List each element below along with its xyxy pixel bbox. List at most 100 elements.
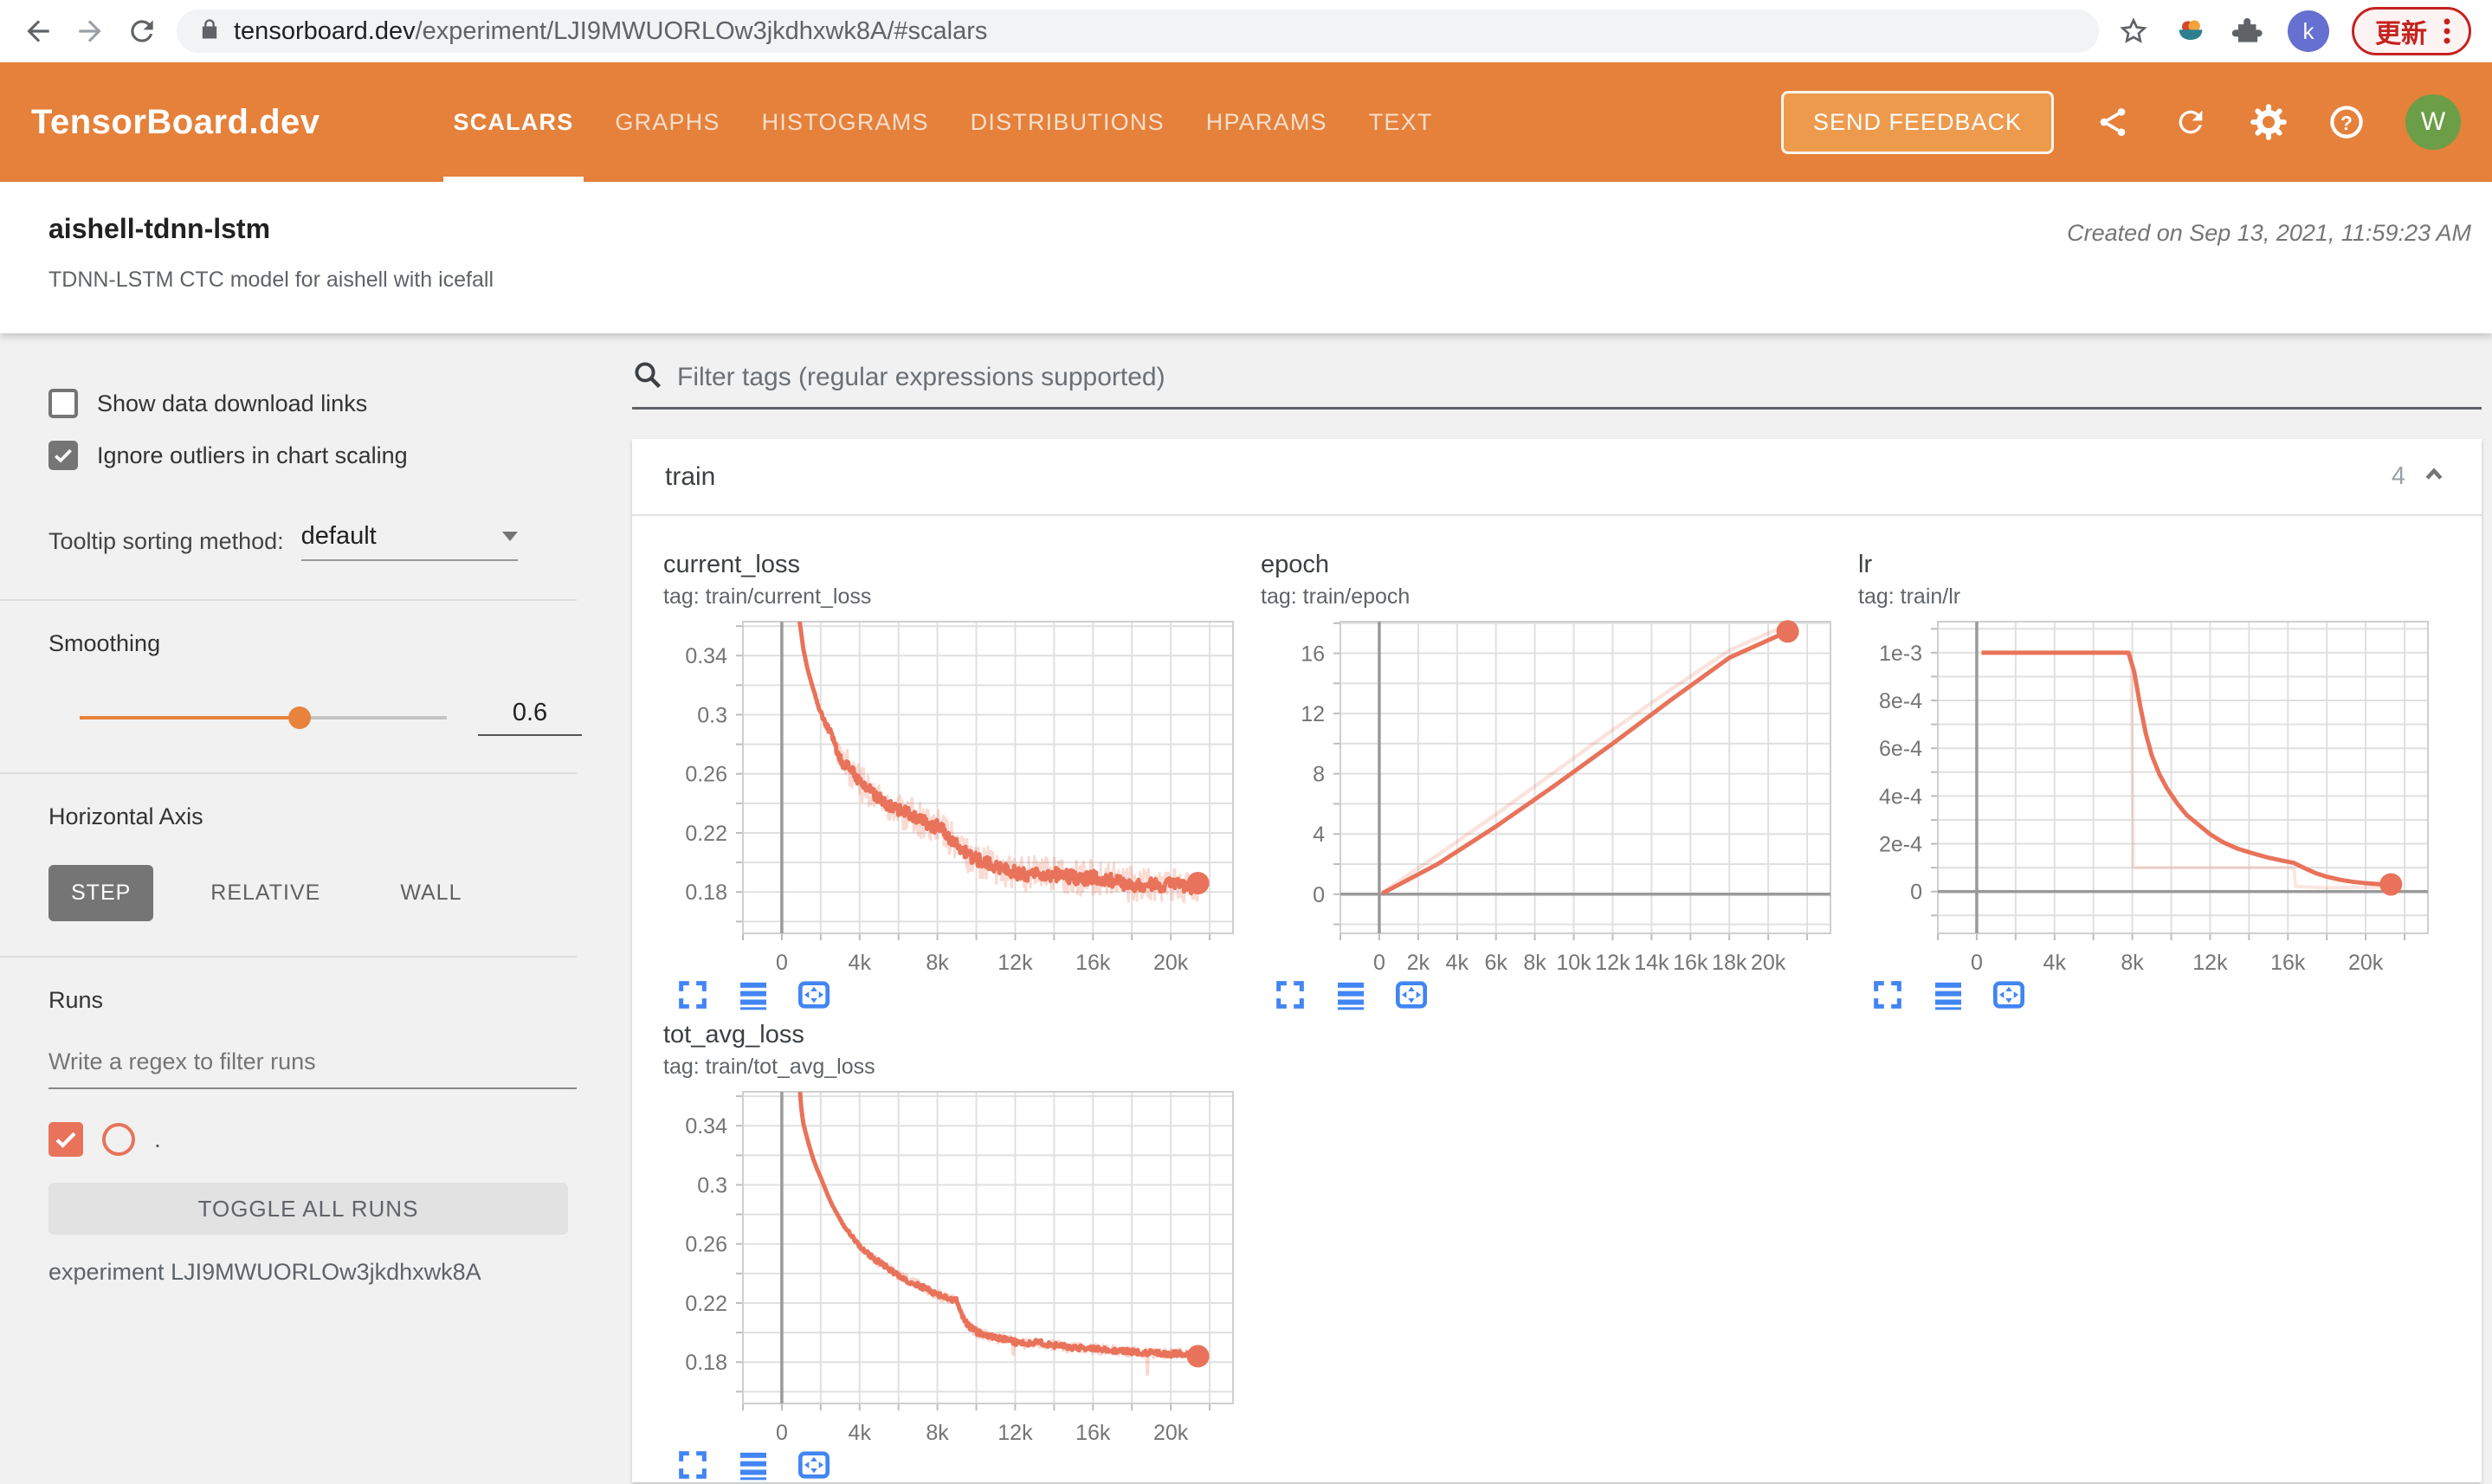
experiment-id-label: experiment LJI9MWUORLOw3jkdhxwk8A xyxy=(48,1259,481,1285)
svg-text:?: ? xyxy=(2340,112,2353,134)
svg-text:0: 0 xyxy=(1910,881,1922,905)
svg-text:8k: 8k xyxy=(1523,951,1546,971)
section-chart-count: 4 xyxy=(2391,462,2405,490)
scalar-chart-card: epoch tag: train/epoch 0 2k 4k 6k 8k 10k 12k 14… xyxy=(1261,551,1837,1012)
svg-text:20k: 20k xyxy=(1751,951,1786,971)
toggle-all-runs-button[interactable]: TOGGLE ALL RUNS xyxy=(48,1183,568,1235)
svg-text:0: 0 xyxy=(776,951,788,971)
scalar-chart-card: current_loss tag: train/current_loss 0 4k… xyxy=(663,551,1240,1012)
settings-sidebar: Show data download links Ignore outliers… xyxy=(0,333,606,1484)
forward-icon[interactable] xyxy=(73,14,107,48)
extensions-puzzle-icon[interactable] xyxy=(2231,14,2265,48)
show-download-links-checkbox[interactable]: Show data download links xyxy=(48,389,606,418)
send-feedback-button[interactable]: SEND FEEDBACK xyxy=(1780,90,2054,154)
train-section-card: train 4 current_loss tag: train/current_… xyxy=(632,439,2482,1482)
tooltip-sorting-dropdown[interactable]: default xyxy=(300,522,518,561)
app-logo[interactable]: TensorBoard.dev xyxy=(31,103,320,142)
slider-thumb[interactable] xyxy=(288,706,312,729)
back-icon[interactable] xyxy=(21,14,55,48)
extension-bowl-icon[interactable] xyxy=(2173,14,2208,48)
svg-text:0.34: 0.34 xyxy=(685,1114,727,1139)
help-icon[interactable]: ? xyxy=(2327,103,2366,141)
fit-domain-icon[interactable] xyxy=(797,1448,831,1482)
chart-plot[interactable]: 0 4k 8k 12k 16k 20k 0.18 0.22 0.26 0.3 0.34 xyxy=(663,616,1240,975)
address-bar[interactable]: tensorboard.dev/experiment/LJI9MWUORLOw3… xyxy=(177,10,2099,53)
expand-chart-icon[interactable] xyxy=(1273,978,1307,1012)
svg-text:14k: 14k xyxy=(1634,951,1669,971)
app-header: TensorBoard.dev SCALARS GRAPHS HISTOGRAM… xyxy=(0,62,2492,182)
tab-text[interactable]: TEXT xyxy=(1348,62,1454,182)
axis-wall-button[interactable]: WALL xyxy=(378,865,484,921)
run-name: . xyxy=(154,1126,161,1152)
log-scale-toggle-icon[interactable] xyxy=(1333,978,1368,1012)
log-scale-toggle-icon[interactable] xyxy=(736,978,771,1012)
chart-title: epoch xyxy=(1261,551,1330,578)
svg-text:0: 0 xyxy=(776,1421,788,1442)
chart-tag: tag: train/current_loss xyxy=(663,584,872,609)
ignore-outliers-checkbox[interactable]: Ignore outliers in chart scaling xyxy=(48,441,606,470)
share-icon[interactable] xyxy=(2094,103,2132,141)
fit-domain-icon[interactable] xyxy=(1394,978,1429,1012)
chart-plot[interactable]: 0 4k 8k 12k 16k 20k 0.18 0.22 0.26 0.3 0.34 xyxy=(663,1087,1240,1445)
dropdown-arrow-icon xyxy=(501,532,518,541)
tab-histograms[interactable]: HISTOGRAMS xyxy=(741,62,950,182)
svg-text:0.18: 0.18 xyxy=(685,881,727,905)
svg-text:16k: 16k xyxy=(1075,1421,1111,1442)
svg-text:8k: 8k xyxy=(926,951,949,971)
reload-icon[interactable] xyxy=(125,14,159,48)
chart-toolbar xyxy=(663,1448,1240,1482)
svg-text:16k: 16k xyxy=(2270,951,2306,971)
url-text: tensorboard.dev/experiment/LJI9MWUORLOw3… xyxy=(234,16,988,45)
tab-hparams[interactable]: HPARAMS xyxy=(1185,62,1348,182)
svg-text:2k: 2k xyxy=(1407,951,1430,971)
axis-relative-button[interactable]: RELATIVE xyxy=(188,865,343,921)
fit-domain-icon[interactable] xyxy=(797,978,831,1012)
browser-toolbar: tensorboard.dev/experiment/LJI9MWUORLOw3… xyxy=(0,0,2492,62)
svg-text:8: 8 xyxy=(1313,763,1325,787)
axis-step-button[interactable]: STEP xyxy=(48,865,154,921)
chart-title: lr xyxy=(1858,551,1873,578)
expand-chart-icon[interactable] xyxy=(675,978,710,1012)
fit-domain-icon[interactable] xyxy=(1992,978,2026,1012)
scalar-chart-card: tot_avg_loss tag: train/tot_avg_loss 0 4k… xyxy=(663,1021,1240,1482)
filter-tags-input[interactable] xyxy=(677,362,2482,392)
svg-text:4k: 4k xyxy=(2043,951,2067,971)
chrome-update-menu-button[interactable]: 更新 xyxy=(2352,7,2471,55)
svg-text:0.3: 0.3 xyxy=(697,703,727,727)
collapse-chevron-icon[interactable] xyxy=(2419,460,2449,494)
experiment-header: aishell-tdnn-lstm TDNN-LSTM CTC model fo… xyxy=(0,182,2492,333)
account-avatar[interactable]: W xyxy=(2405,94,2461,150)
svg-text:12k: 12k xyxy=(997,951,1033,971)
svg-text:8k: 8k xyxy=(926,1421,949,1442)
svg-text:12k: 12k xyxy=(2192,951,2228,971)
log-scale-toggle-icon[interactable] xyxy=(736,1448,771,1482)
tab-graphs[interactable]: GRAPHS xyxy=(594,62,740,182)
settings-gear-icon[interactable] xyxy=(2250,103,2288,141)
bookmark-star-icon[interactable] xyxy=(2116,14,2151,48)
svg-text:16: 16 xyxy=(1301,642,1325,667)
run-checkbox[interactable] xyxy=(48,1122,83,1157)
svg-text:4k: 4k xyxy=(849,951,872,971)
chart-tag: tag: train/lr xyxy=(1858,584,1961,609)
smoothing-value-field[interactable]: 0.6 xyxy=(478,699,582,736)
train-section-header[interactable]: train 4 xyxy=(632,439,2482,516)
log-scale-toggle-icon[interactable] xyxy=(1931,978,1966,1012)
tooltip-sorting-label: Tooltip sorting method: xyxy=(48,528,284,554)
expand-chart-icon[interactable] xyxy=(1870,978,1905,1012)
runs-filter-input[interactable] xyxy=(48,1043,577,1089)
svg-text:12k: 12k xyxy=(1595,951,1630,971)
browser-profile-avatar[interactable]: k xyxy=(2288,10,2329,52)
chart-plot[interactable]: 0 4k 8k 12k 16k 20k 0 2e-4 4e-4 6e-4 8e-4 1e-3 xyxy=(1858,616,2435,975)
chart-tag: tag: train/tot_avg_loss xyxy=(663,1055,875,1079)
refresh-icon[interactable] xyxy=(2172,103,2210,141)
tab-scalars[interactable]: SCALARS xyxy=(433,62,595,182)
expand-chart-icon[interactable] xyxy=(675,1448,710,1482)
svg-text:0: 0 xyxy=(1313,883,1325,907)
tab-distributions[interactable]: DISTRIBUTIONS xyxy=(950,62,1185,182)
svg-text:12k: 12k xyxy=(997,1421,1033,1442)
chart-title: current_loss xyxy=(663,551,800,578)
chart-plot[interactable]: 0 2k 4k 6k 8k 10k 12k 14k 16k 18k 20k 0 4 8 12 16 xyxy=(1261,616,1837,975)
smoothing-slider[interactable] xyxy=(80,706,447,729)
svg-text:20k: 20k xyxy=(1153,951,1189,971)
svg-text:1e-3: 1e-3 xyxy=(1879,642,1922,666)
